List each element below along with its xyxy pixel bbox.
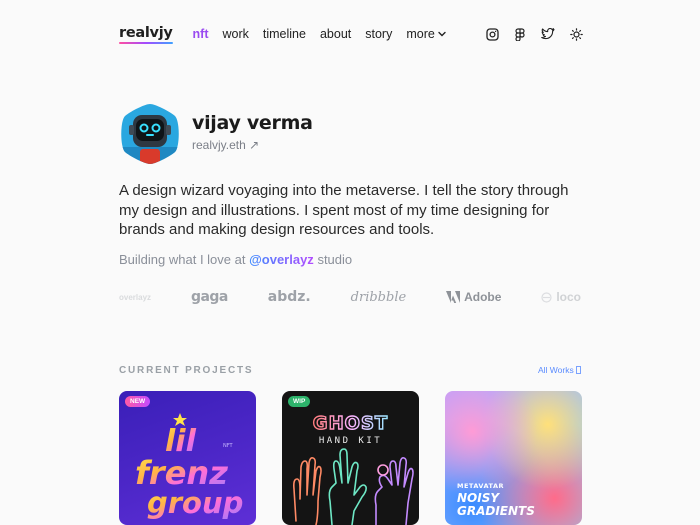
all-works-link[interactable]: All Works: [538, 365, 581, 375]
hand-kit-subtitle: HAND KIT: [319, 436, 382, 446]
twitter-icon[interactable]: [541, 27, 555, 41]
gradients-title: GRADIENTS: [457, 504, 535, 518]
nav-item-more-label: more: [406, 27, 435, 41]
overlayz-link[interactable]: @overlayz: [249, 252, 314, 267]
brand-logo-faded-right: loco: [541, 290, 581, 304]
ghost-title: GHOST: [313, 413, 388, 434]
building-line: Building what I love at @overlayz studio: [119, 252, 352, 267]
noisy-gradients-artwork: METAVATAR NOISY GRADIENTS: [457, 482, 535, 518]
card-ghost-hand-kit[interactable]: GHOST HAND KIT WIP: [282, 391, 419, 525]
nav-item-about[interactable]: about: [320, 27, 351, 41]
main-nav: nft work timeline about story more: [193, 27, 460, 41]
brand-logo-faded-left: overlayz: [119, 292, 152, 302]
brand-logo-dribbble: dribbble: [350, 289, 407, 305]
current-projects-heading: CURRENT PROJECTS: [119, 365, 254, 376]
site-header: realvjy nft work timeline about story mo…: [119, 22, 583, 46]
brand-logo-abdz: abdz.: [267, 289, 311, 305]
building-suffix: studio: [317, 252, 353, 267]
card-noisy-gradients[interactable]: METAVATAR NOISY GRADIENTS: [445, 391, 582, 525]
profile-handle-link[interactable]: realvjy.eth ↗: [192, 138, 259, 152]
noisy-title: NOISY: [457, 491, 500, 505]
loco-icon: [541, 291, 552, 303]
metavatar-brand: METAVATAR: [457, 482, 504, 490]
group-text: group: [147, 486, 243, 520]
nav-item-story[interactable]: story: [365, 27, 392, 41]
instagram-icon[interactable]: [485, 27, 499, 41]
external-link-arrow-icon: ↗: [249, 138, 260, 152]
card-lil-frenz[interactable]: lil frenz group NFT NEW: [119, 391, 256, 525]
brand-logo-strip: overlayz gaga abdz. dribbble Adobe loco: [119, 285, 581, 309]
brand-logo-adobe: Adobe: [446, 290, 501, 304]
avatar: [119, 103, 181, 165]
brand-logo-faded-right-label: loco: [556, 290, 581, 304]
site-logo[interactable]: realvjy: [119, 25, 173, 44]
all-works-label: All Works: [538, 365, 574, 375]
profile-name: vijay verma: [192, 112, 313, 134]
nav-item-work[interactable]: work: [222, 27, 248, 41]
theme-toggle-icon[interactable]: [569, 27, 583, 41]
adobe-icon: [446, 291, 461, 303]
nft-tag: NFT: [223, 443, 234, 449]
nav-item-nft[interactable]: nft: [193, 27, 209, 41]
robot-avatar-image: [121, 104, 179, 164]
badge-new: NEW: [125, 396, 151, 407]
badge-wip: WIP: [288, 396, 311, 407]
lil-frenz-artwork: lil frenz group NFT: [135, 413, 243, 520]
profile-bio: A design wizard voyaging into the metave…: [119, 182, 569, 238]
chevron-down-icon: [438, 31, 446, 37]
brand-logo-adobe-label: Adobe: [464, 290, 502, 304]
brand-logo-gaga: gaga: [190, 289, 228, 305]
nav-item-more[interactable]: more: [406, 27, 446, 41]
social-icons: [485, 27, 583, 41]
profile-handle-text: realvjy.eth: [192, 138, 246, 152]
ghost-hand-kit-artwork: GHOST HAND KIT: [293, 412, 414, 525]
arrow-right-icon: [575, 366, 581, 374]
nav-item-timeline[interactable]: timeline: [263, 27, 306, 41]
building-prefix: Building what I love at: [119, 252, 246, 267]
figma-icon[interactable]: [513, 27, 527, 41]
